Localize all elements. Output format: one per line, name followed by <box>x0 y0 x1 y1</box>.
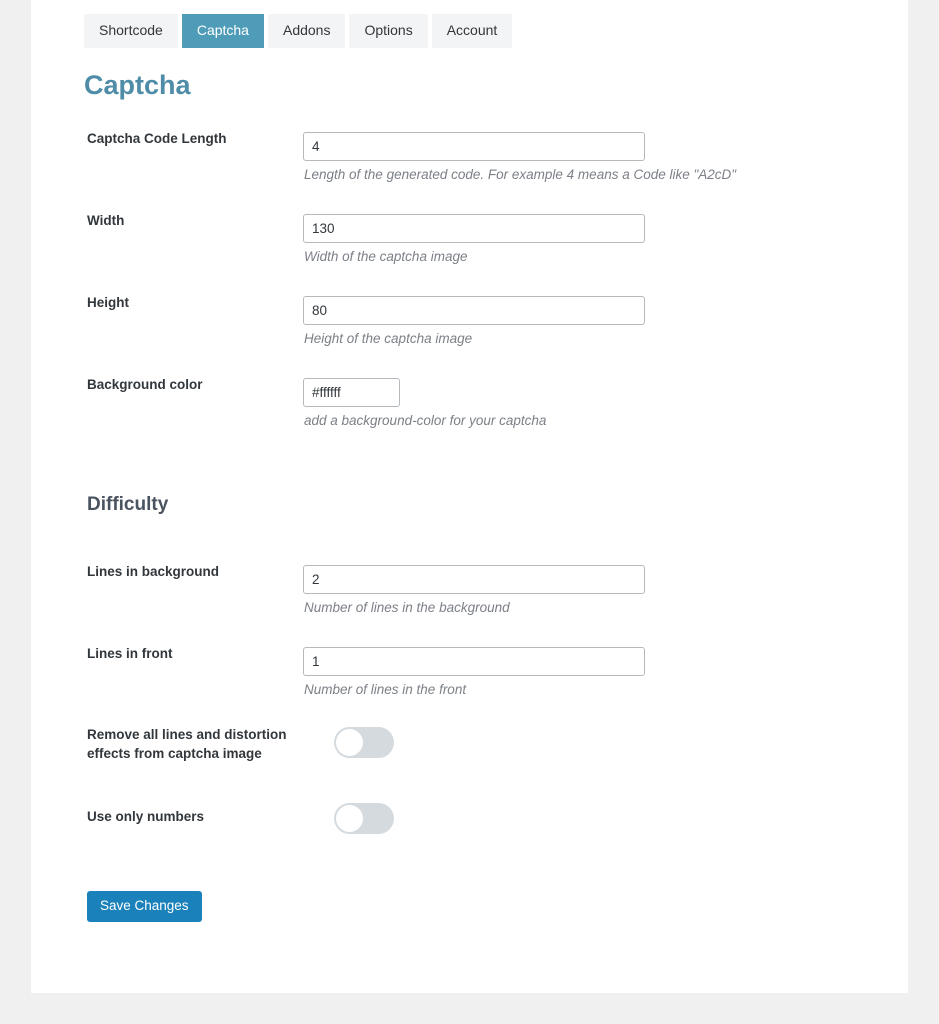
label-lines-background: Lines in background <box>87 564 220 579</box>
input-height[interactable] <box>303 296 645 325</box>
label-height: Height <box>87 295 129 310</box>
field-row-height: Height Height of the captcha image <box>31 282 908 364</box>
input-code-length[interactable] <box>303 132 645 161</box>
control-background-color <box>303 378 400 407</box>
label-only-numbers: Use only numbers <box>87 809 205 824</box>
tab-bar: Shortcode Captcha Addons Options Account <box>84 14 513 48</box>
input-width[interactable] <box>303 214 645 243</box>
input-lines-background[interactable] <box>303 565 645 594</box>
tab-shortcode[interactable]: Shortcode <box>84 14 178 48</box>
toggle-knob <box>336 805 363 832</box>
toggle-only-numbers[interactable] <box>334 803 394 834</box>
desc-lines-front: Number of lines in the front <box>304 682 467 697</box>
captcha-settings-form: Captcha Code Length Length of the genera… <box>31 118 908 879</box>
page-title: Captcha <box>84 70 191 100</box>
save-changes-button[interactable]: Save Changes <box>87 891 202 922</box>
field-row-lines-background: Lines in background Number of lines in t… <box>31 551 908 633</box>
label-code-length: Captcha Code Length <box>87 131 227 146</box>
desc-background-color: add a background-color for your captcha <box>304 413 547 428</box>
field-row-remove-lines: Remove all lines and distortion effects … <box>31 715 908 797</box>
field-row-code-length: Captcha Code Length Length of the genera… <box>31 118 908 200</box>
tab-account[interactable]: Account <box>431 14 513 48</box>
field-row-background-color: Background color add a background-color … <box>31 364 908 446</box>
field-row-width: Width Width of the captcha image <box>31 200 908 282</box>
control-code-length <box>303 132 645 161</box>
toggle-remove-lines[interactable] <box>334 727 394 758</box>
control-width <box>303 214 645 243</box>
tab-captcha[interactable]: Captcha <box>181 14 264 48</box>
section-difficulty: Difficulty <box>31 446 908 551</box>
desc-width: Width of the captcha image <box>304 249 468 264</box>
label-background-color: Background color <box>87 377 203 392</box>
heading-difficulty: Difficulty <box>87 494 169 515</box>
input-background-color[interactable] <box>303 378 400 407</box>
desc-height: Height of the captcha image <box>304 331 473 346</box>
control-lines-background <box>303 565 645 594</box>
tab-options[interactable]: Options <box>349 14 428 48</box>
toggle-knob <box>336 729 363 756</box>
label-width: Width <box>87 213 125 228</box>
control-height <box>303 296 645 325</box>
input-lines-front[interactable] <box>303 647 645 676</box>
desc-code-length: Length of the generated code. For exampl… <box>304 167 737 182</box>
tab-addons[interactable]: Addons <box>267 14 346 48</box>
content-card: Shortcode Captcha Addons Options Account… <box>31 0 908 993</box>
field-row-lines-front: Lines in front Number of lines in the fr… <box>31 633 908 715</box>
settings-page: Shortcode Captcha Addons Options Account… <box>0 0 939 1024</box>
label-remove-lines: Remove all lines and distortion effects … <box>87 727 287 761</box>
desc-lines-background: Number of lines in the background <box>304 600 510 615</box>
field-row-only-numbers: Use only numbers <box>31 797 908 879</box>
label-lines-front: Lines in front <box>87 646 173 661</box>
control-lines-front <box>303 647 645 676</box>
